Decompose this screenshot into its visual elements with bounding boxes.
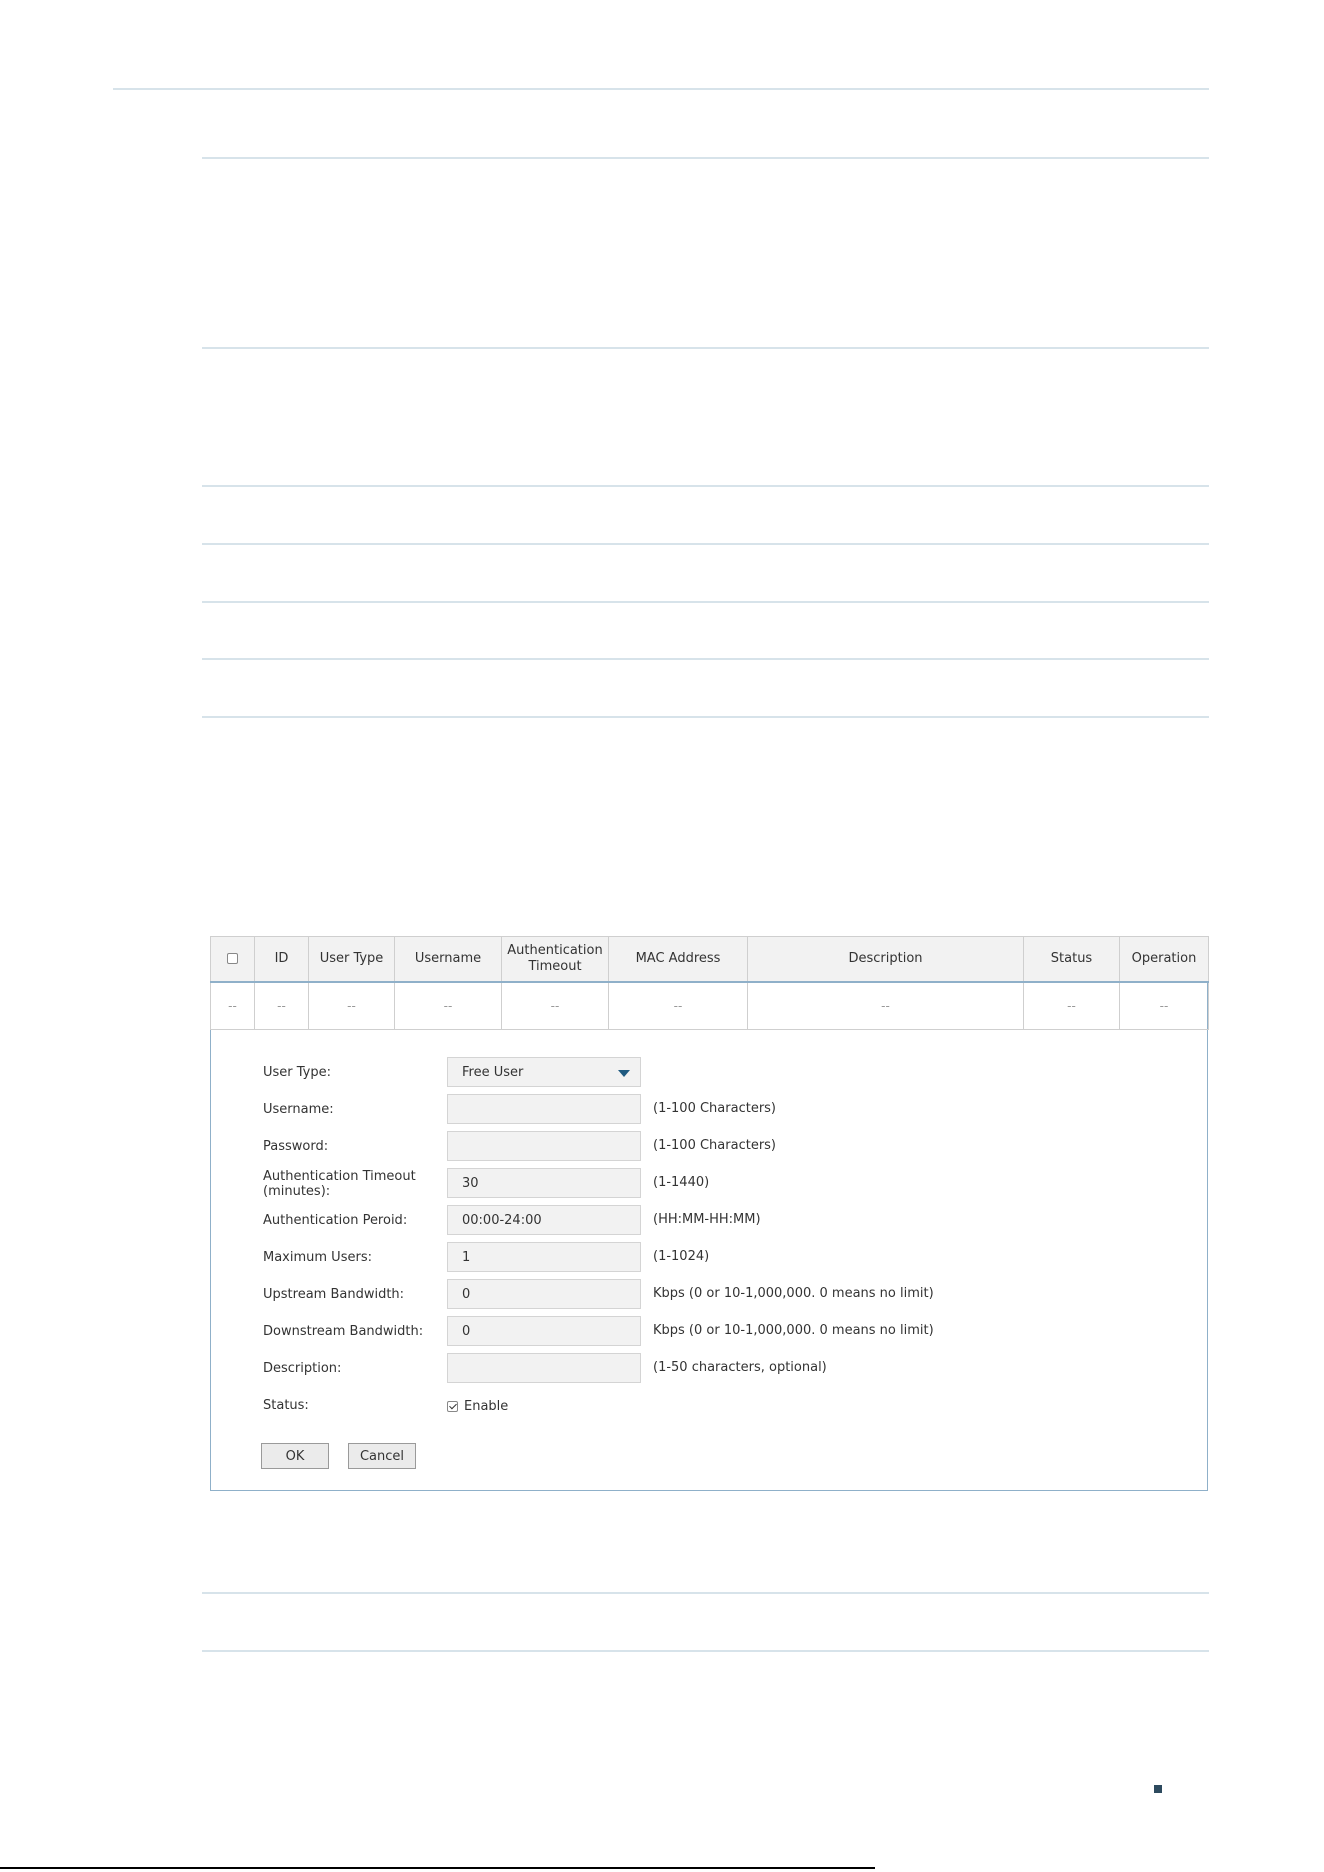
auth-period-label: Authentication Peroid: <box>263 1213 408 1228</box>
description-label: Description: <box>263 1361 342 1376</box>
header-user-type[interactable]: User Type <box>308 936 395 983</box>
section-rule <box>202 658 1209 660</box>
select-all-header[interactable] <box>210 936 255 983</box>
password-hint: (1-100 Characters) <box>653 1138 777 1153</box>
max-users-value: 1 <box>462 1249 471 1265</box>
max-users-input[interactable]: 1 <box>447 1242 641 1272</box>
table-cell: -- <box>1023 981 1120 1030</box>
top-rule <box>113 88 1209 90</box>
section-rule <box>202 716 1209 718</box>
description-hint: (1-50 characters, optional) <box>653 1360 827 1375</box>
chevron-down-icon <box>618 1070 630 1077</box>
cancel-button[interactable]: Cancel <box>348 1443 416 1469</box>
table-cell: -- <box>608 981 748 1030</box>
downstream-bandwidth-input[interactable]: 0 <box>447 1316 641 1346</box>
user-type-label: User Type: <box>263 1065 332 1080</box>
auth-period-hint: (HH:MM-HH:MM) <box>653 1212 761 1227</box>
footer-rule <box>0 1867 875 1869</box>
status-enable-label: Enable <box>464 1398 509 1414</box>
user-type-select[interactable]: Free User <box>447 1057 641 1087</box>
header-username[interactable]: Username <box>394 936 502 983</box>
header-description[interactable]: Description <box>747 936 1024 983</box>
auth-period-value: 00:00-24:00 <box>462 1212 542 1228</box>
status-enable-checkbox[interactable] <box>447 1400 458 1412</box>
user-type-value: Free User <box>462 1064 524 1080</box>
section-rule <box>202 485 1209 487</box>
header-id[interactable]: ID <box>254 936 309 983</box>
page-marker <box>1154 1785 1162 1793</box>
max-users-label: Maximum Users: <box>263 1250 372 1265</box>
header-auth-timeout[interactable]: Authentication Timeout <box>501 936 609 983</box>
select-all-checkbox[interactable] <box>227 953 238 964</box>
username-label: Username: <box>263 1102 334 1117</box>
auth-period-input[interactable]: 00:00-24:00 <box>447 1205 641 1235</box>
section-rule <box>202 543 1209 545</box>
table-header-row: ID User Type Username Authentication Tim… <box>210 936 1209 983</box>
table-cell: -- <box>210 981 255 1030</box>
auth-timeout-value: 30 <box>462 1175 479 1191</box>
header-status[interactable]: Status <box>1023 936 1120 983</box>
upstream-bandwidth-input[interactable]: 0 <box>447 1279 641 1309</box>
table-cell: -- <box>394 981 502 1030</box>
user-table: ID User Type Username Authentication Tim… <box>210 936 1209 1030</box>
table-cell: -- <box>254 981 309 1030</box>
downstream-bandwidth-hint: Kbps (0 or 10-1,000,000. 0 means no limi… <box>653 1323 934 1338</box>
table-cell: -- <box>501 981 609 1030</box>
password-input[interactable] <box>447 1131 641 1161</box>
table-cell: -- <box>308 981 395 1030</box>
section-rule <box>202 347 1209 349</box>
table-cell: -- <box>1119 981 1209 1030</box>
ok-button[interactable]: OK <box>261 1443 329 1469</box>
status-enable-toggle[interactable]: Enable <box>447 1390 508 1422</box>
password-label: Password: <box>263 1139 329 1154</box>
auth-timeout-hint: (1-1440) <box>653 1175 710 1190</box>
upstream-bandwidth-hint: Kbps (0 or 10-1,000,000. 0 means no limi… <box>653 1286 934 1301</box>
upstream-bandwidth-label: Upstream Bandwidth: <box>263 1287 405 1302</box>
table-cell: -- <box>747 981 1024 1030</box>
table-row: -- -- -- -- -- -- -- -- -- <box>210 981 1209 1030</box>
username-hint: (1-100 Characters) <box>653 1101 777 1116</box>
section-rule <box>202 601 1209 603</box>
user-settings-panel: ID User Type Username Authentication Tim… <box>210 936 1209 1491</box>
max-users-hint: (1-1024) <box>653 1249 710 1264</box>
downstream-bandwidth-value: 0 <box>462 1323 471 1339</box>
upstream-bandwidth-value: 0 <box>462 1286 471 1302</box>
header-operation[interactable]: Operation <box>1119 936 1209 983</box>
description-input[interactable] <box>447 1353 641 1383</box>
section-rule <box>202 1592 1209 1594</box>
section-rule <box>202 1650 1209 1652</box>
status-label: Status: <box>263 1398 309 1413</box>
header-mac-address[interactable]: MAC Address <box>608 936 748 983</box>
auth-timeout-input[interactable]: 30 <box>447 1168 641 1198</box>
section-rule <box>202 157 1209 159</box>
downstream-bandwidth-label: Downstream Bandwidth: <box>263 1324 424 1339</box>
auth-timeout-label: Authentication Timeout (minutes): <box>263 1169 416 1199</box>
username-input[interactable] <box>447 1094 641 1124</box>
